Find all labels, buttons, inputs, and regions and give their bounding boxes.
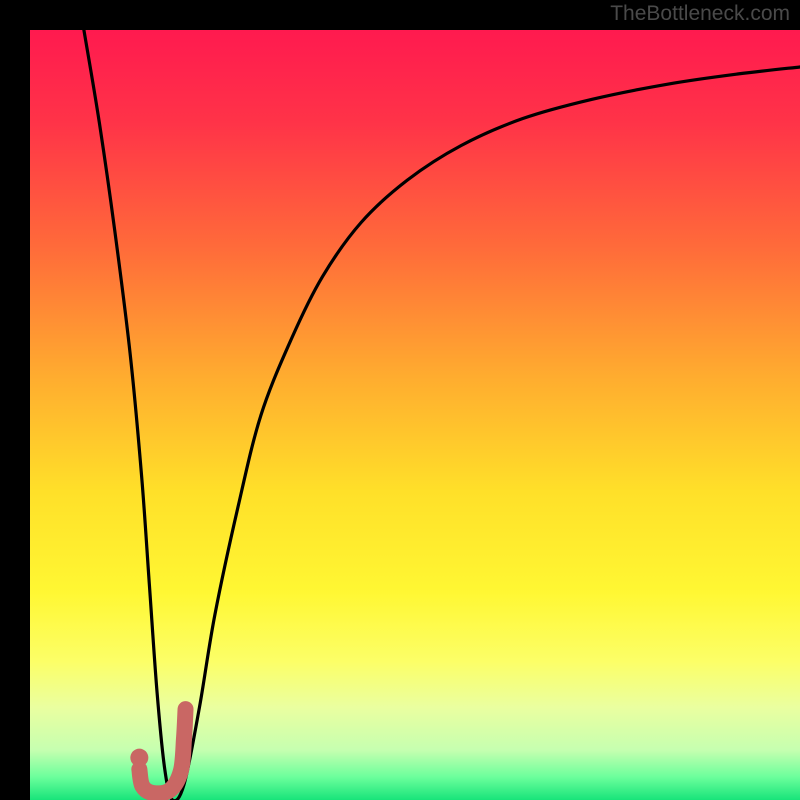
chart-svg	[30, 30, 800, 800]
attribution-text: TheBottleneck.com	[610, 2, 790, 26]
gradient-background	[30, 30, 800, 800]
chart-frame: TheBottleneck.com	[0, 0, 800, 800]
plot-area	[30, 30, 800, 800]
j-marker-dot	[130, 749, 148, 767]
